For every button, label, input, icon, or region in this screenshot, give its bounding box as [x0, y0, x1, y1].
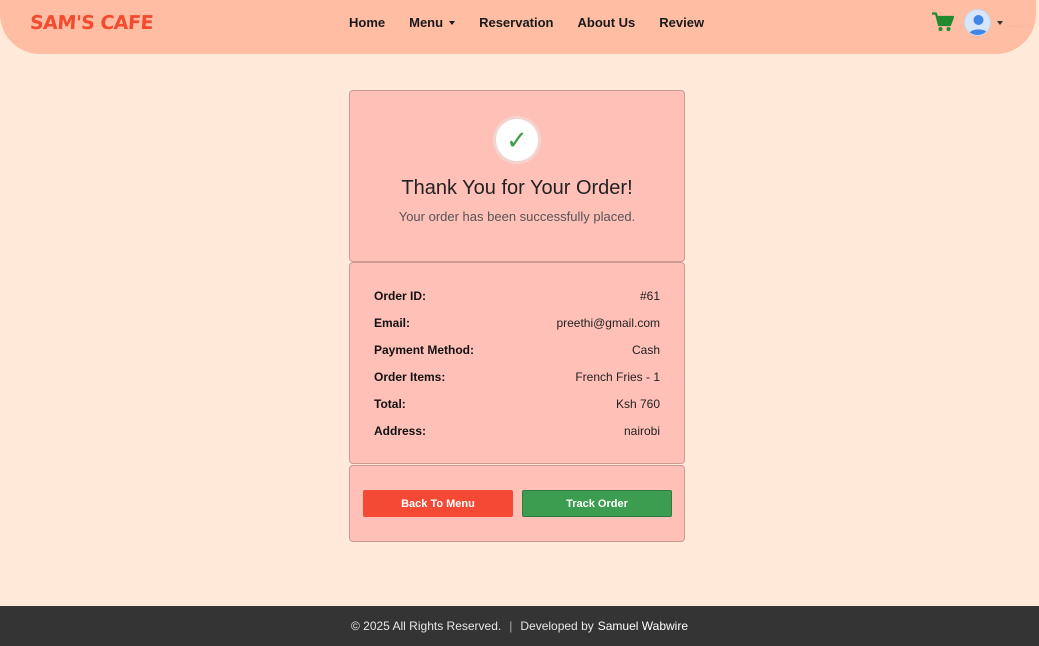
detail-row-email: Email: preethi@gmail.com — [374, 316, 660, 343]
actions-card: Back To Menu Track Order — [349, 465, 685, 542]
checkmark-icon: ✓ — [493, 116, 541, 164]
nav-about-label: About Us — [577, 15, 636, 30]
back-to-menu-button[interactable]: Back To Menu — [363, 490, 513, 517]
detail-row-payment: Payment Method: Cash — [374, 343, 660, 370]
detail-label: Email: — [374, 316, 411, 330]
top-navbar: SAM'S CAFE Home Menu Reservation About U… — [0, 0, 1036, 54]
confirmation-card: ✓ Thank You for Your Order! Your order h… — [349, 90, 685, 262]
order-details-card: Order ID: #61 Email: preethi@gmail.com P… — [349, 262, 685, 464]
detail-row-total: Total: Ksh 760 — [374, 397, 660, 424]
footer-copyright: © 2025 All Rights Reserved. — [350, 619, 502, 633]
footer-developer-name: Samuel Wabwire — [597, 619, 689, 633]
user-menu-dropdown[interactable]: …… — [964, 9, 1030, 36]
footer-separator: | — [509, 619, 513, 633]
nav-review-label: Review — [659, 15, 705, 30]
caret-down-icon — [449, 20, 456, 25]
nav-menu-dropdown[interactable]: Menu — [409, 15, 456, 30]
nav-links: Home Menu Reservation About Us Review — [349, 15, 728, 30]
nav-review-link[interactable]: Review — [659, 15, 704, 30]
footer: © 2025 All Rights Reserved. | Developed … — [0, 606, 1039, 646]
avatar-faint-label: …… — [1006, 15, 1030, 30]
detail-label: Order ID: — [374, 289, 427, 303]
detail-value: Cash — [631, 343, 660, 357]
nav-about-link[interactable]: About Us — [578, 15, 636, 30]
confirmation-title: Thank You for Your Order! — [401, 177, 633, 199]
detail-row-items: Order Items: French Fries - 1 — [374, 370, 660, 397]
detail-value: French Fries - 1 — [575, 370, 660, 384]
detail-value: preethi@gmail.com — [556, 316, 660, 330]
detail-row-address: Address: nairobi — [374, 424, 660, 451]
nav-reservation-label: Reservation — [479, 15, 554, 30]
detail-value: nairobi — [623, 424, 660, 438]
detail-label: Address: — [374, 424, 427, 438]
caret-down-icon — [997, 20, 1003, 25]
track-order-button[interactable]: Track Order — [522, 490, 672, 517]
detail-label: Payment Method: — [374, 343, 475, 357]
nav-home-label: Home — [349, 15, 386, 30]
detail-value: Ksh 760 — [615, 397, 660, 411]
nav-reservation-link[interactable]: Reservation — [479, 15, 553, 30]
detail-value: #61 — [639, 289, 660, 303]
confirmation-subtitle: Your order has been successfully placed. — [398, 209, 636, 224]
footer-developed-by: Developed by — [520, 619, 594, 633]
nav-home-link[interactable]: Home — [349, 15, 385, 30]
detail-label: Order Items: — [374, 370, 446, 384]
nav-menu-label: Menu — [409, 15, 444, 30]
user-avatar-icon — [964, 9, 991, 36]
detail-label: Total: — [374, 397, 406, 411]
shopping-cart-icon[interactable] — [932, 12, 954, 32]
brand-logo[interactable]: SAM'S CAFE — [29, 12, 154, 34]
detail-row-order-id: Order ID: #61 — [374, 289, 660, 316]
